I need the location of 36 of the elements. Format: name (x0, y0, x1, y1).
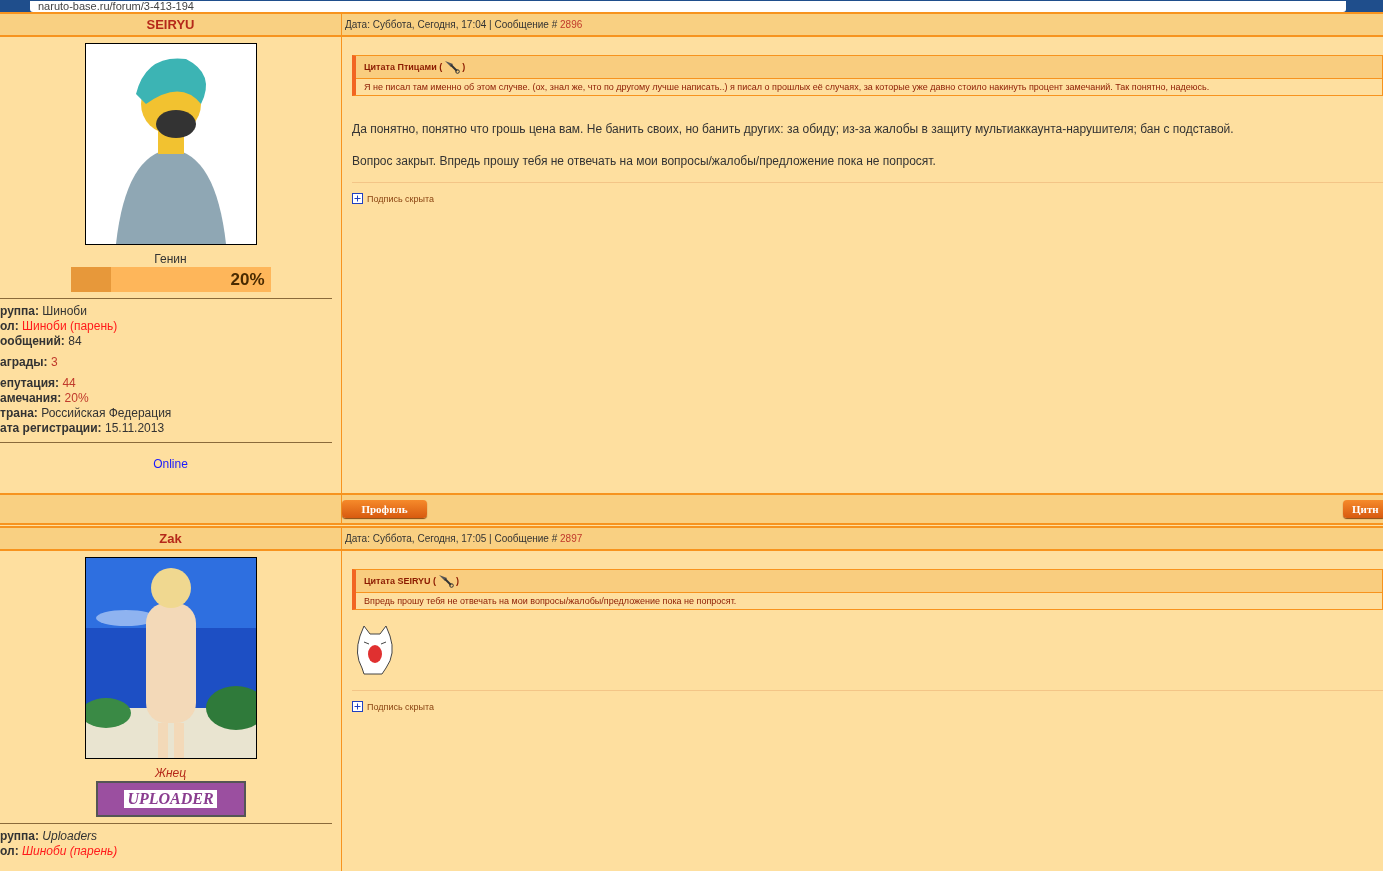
quote-text: Впредь прошу тебя не отвечать на мои вопросы/жалобы/предложение пока не попросят. (363, 595, 738, 608)
quote-title: Цитата Птицами ( (364, 62, 443, 72)
post-date: Дата: Суббота, Сегодня, 17:05 | Сообщение # 2897 (344, 532, 584, 546)
uploader-badge: UPLOADER (95, 781, 246, 817)
profile-stat: ол: Шиноби (парень) (0, 844, 118, 859)
profile-button[interactable]: Профиль (342, 500, 427, 518)
rank-title: Генин (154, 252, 187, 266)
signature-toggle[interactable]: Подпись скрыта (352, 193, 1383, 204)
post-text: Да понятно, понятно что грошь цена вам. Не банить своих, но банить других: за обиду; из-за жалобы в защиту мультиаккаунта-нарушителя; бан с подставой. (352, 122, 1235, 136)
profile-stat: амечания: 20% (0, 391, 90, 406)
quote-bracket: ) (456, 576, 460, 586)
profile-stat: руппа: Uploaders (0, 829, 99, 844)
plus-icon[interactable] (352, 193, 363, 204)
post-date: Дата: Суббота, Сегодня, 17:04 | Сообщение # 2896 (344, 18, 584, 32)
address-bar[interactable]: naruto-base.ru/forum/3-413-194 (30, 1, 1346, 12)
rank-title: Жнец (154, 766, 187, 780)
plus-icon[interactable] (352, 701, 363, 712)
profile-stat: ата регистрации: 15.11.2013 (0, 421, 166, 436)
profile-stat: епутация: 44 (0, 376, 77, 391)
progress-label: 20% (230, 270, 265, 290)
quote-button[interactable]: Цитн (1343, 500, 1383, 518)
profile-stat: ол: Шиноби (парень) (0, 319, 119, 334)
profile-stat: ообщений: 84 (0, 334, 83, 349)
quote-bracket: ) (462, 62, 466, 72)
author-name[interactable]: SEIRYU (0, 14, 341, 35)
signature-toggle[interactable]: Подпись скрыта (352, 701, 1383, 712)
profile-stat: трана: Российская Федерация (0, 406, 172, 421)
quote-text: Я не писал там именно об этом случве. (ох, знал же, что по другому лучше написать..) я писал о прошлых её случаях, за которые уже давно стоило накинуть процент замечаний. Так понятно, надеюсь. (363, 81, 1211, 94)
profile-stat: аграды: 3 (0, 355, 59, 370)
online-status: Online (153, 457, 188, 471)
quote-title: Цитата SEIRYU ( (364, 576, 437, 586)
kunai-icon (444, 60, 461, 74)
post-text: Вопрос закрыт. Впредь прошу тебя не отвечать на мои вопросы/жалобы/предложение пока не попросят. (352, 154, 937, 168)
kunai-icon (438, 574, 455, 588)
profile-stat: руппа: Шиноби (0, 304, 88, 319)
author-name[interactable]: Zak (0, 528, 341, 549)
